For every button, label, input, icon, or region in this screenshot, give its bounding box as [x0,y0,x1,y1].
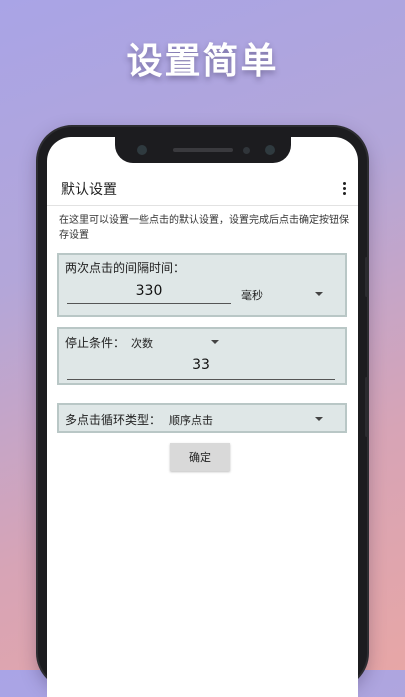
loop-type-panel: 多点击循环类型： 顺序点击 [57,403,347,433]
phone-frame: 默认设置 在这里可以设置一些点击的默认设置，设置完成后点击确定按钮保存设置 两次… [38,127,368,697]
chevron-down-icon[interactable] [315,292,323,296]
phone-volume-button [365,377,368,437]
loop-type-label: 多点击循环类型： [65,413,162,427]
chevron-down-icon[interactable] [211,340,219,344]
front-camera-icon [265,145,275,155]
sensor-icon [243,147,250,154]
interval-input[interactable]: 330 [67,283,231,304]
overflow-menu-icon[interactable] [340,181,348,197]
page-title: 默认设置 [61,182,117,198]
phone-screen: 默认设置 在这里可以设置一些点击的默认设置，设置完成后点击确定按钮保存设置 两次… [47,137,358,697]
loop-type-select[interactable]: 顺序点击 [169,412,213,428]
interval-unit-select[interactable]: 毫秒 [241,287,263,303]
front-camera-icon [137,145,147,155]
stop-condition-select[interactable]: 次数 [131,335,153,351]
chevron-down-icon[interactable] [315,417,323,421]
stop-count-input[interactable]: 33 [67,357,335,380]
phone-side-button [365,257,368,297]
interval-panel: 两次点击的间隔时间： 330 毫秒 [57,253,347,317]
promo-headline: 设置简单 [126,41,279,82]
stop-condition-panel: 停止条件： 次数 33 [57,327,347,385]
app-bar: 默认设置 [47,173,358,206]
confirm-button[interactable]: 确定 [170,443,230,471]
settings-description: 在这里可以设置一些点击的默认设置，设置完成后点击确定按钮保存设置 [59,215,349,241]
phone-notch [115,137,291,163]
stop-condition-label: 停止条件： [65,336,126,350]
interval-label: 两次点击的间隔时间： [65,261,186,275]
speaker-grille [173,148,233,152]
watermark: 康掌门 • KANGZM.COM [98,643,307,663]
